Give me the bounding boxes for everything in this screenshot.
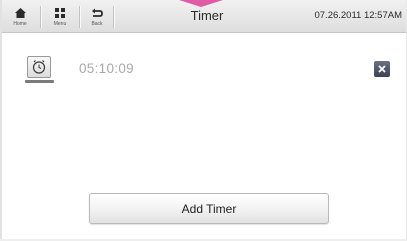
home-label: Home <box>13 21 27 27</box>
alarm-clock-icon <box>27 56 51 78</box>
alarm-button-underline <box>25 80 54 83</box>
back-label: Back <box>91 21 103 27</box>
pointer-indicator <box>179 0 223 7</box>
timer-row: 05:10:09 <box>0 51 407 87</box>
nav-separator <box>113 6 114 28</box>
timer-countdown: 05:10:09 <box>79 61 134 76</box>
menu-button[interactable]: Menu <box>46 3 74 30</box>
alarm-button[interactable] <box>25 56 54 85</box>
nav-separator <box>79 6 80 28</box>
add-timer-button[interactable]: Add Timer <box>89 193 329 224</box>
app-window: Home Menu Back Timer 07.26.2011 12:57AM … <box>0 0 407 241</box>
nav-separator <box>40 6 41 28</box>
delete-timer-button[interactable] <box>374 61 390 77</box>
home-button[interactable]: Home <box>6 3 34 30</box>
close-icon <box>378 65 386 73</box>
back-button[interactable]: Back <box>83 3 111 30</box>
add-timer-label: Add Timer <box>181 201 237 216</box>
back-arrow-icon <box>91 5 103 20</box>
home-icon <box>14 5 26 20</box>
menu-label: Menu <box>53 21 67 27</box>
window-left-edge <box>0 0 2 241</box>
page-title: Timer <box>190 8 224 23</box>
date-time-display: 07.26.2011 12:57AM <box>314 10 402 21</box>
menu-grid-icon <box>54 5 66 20</box>
